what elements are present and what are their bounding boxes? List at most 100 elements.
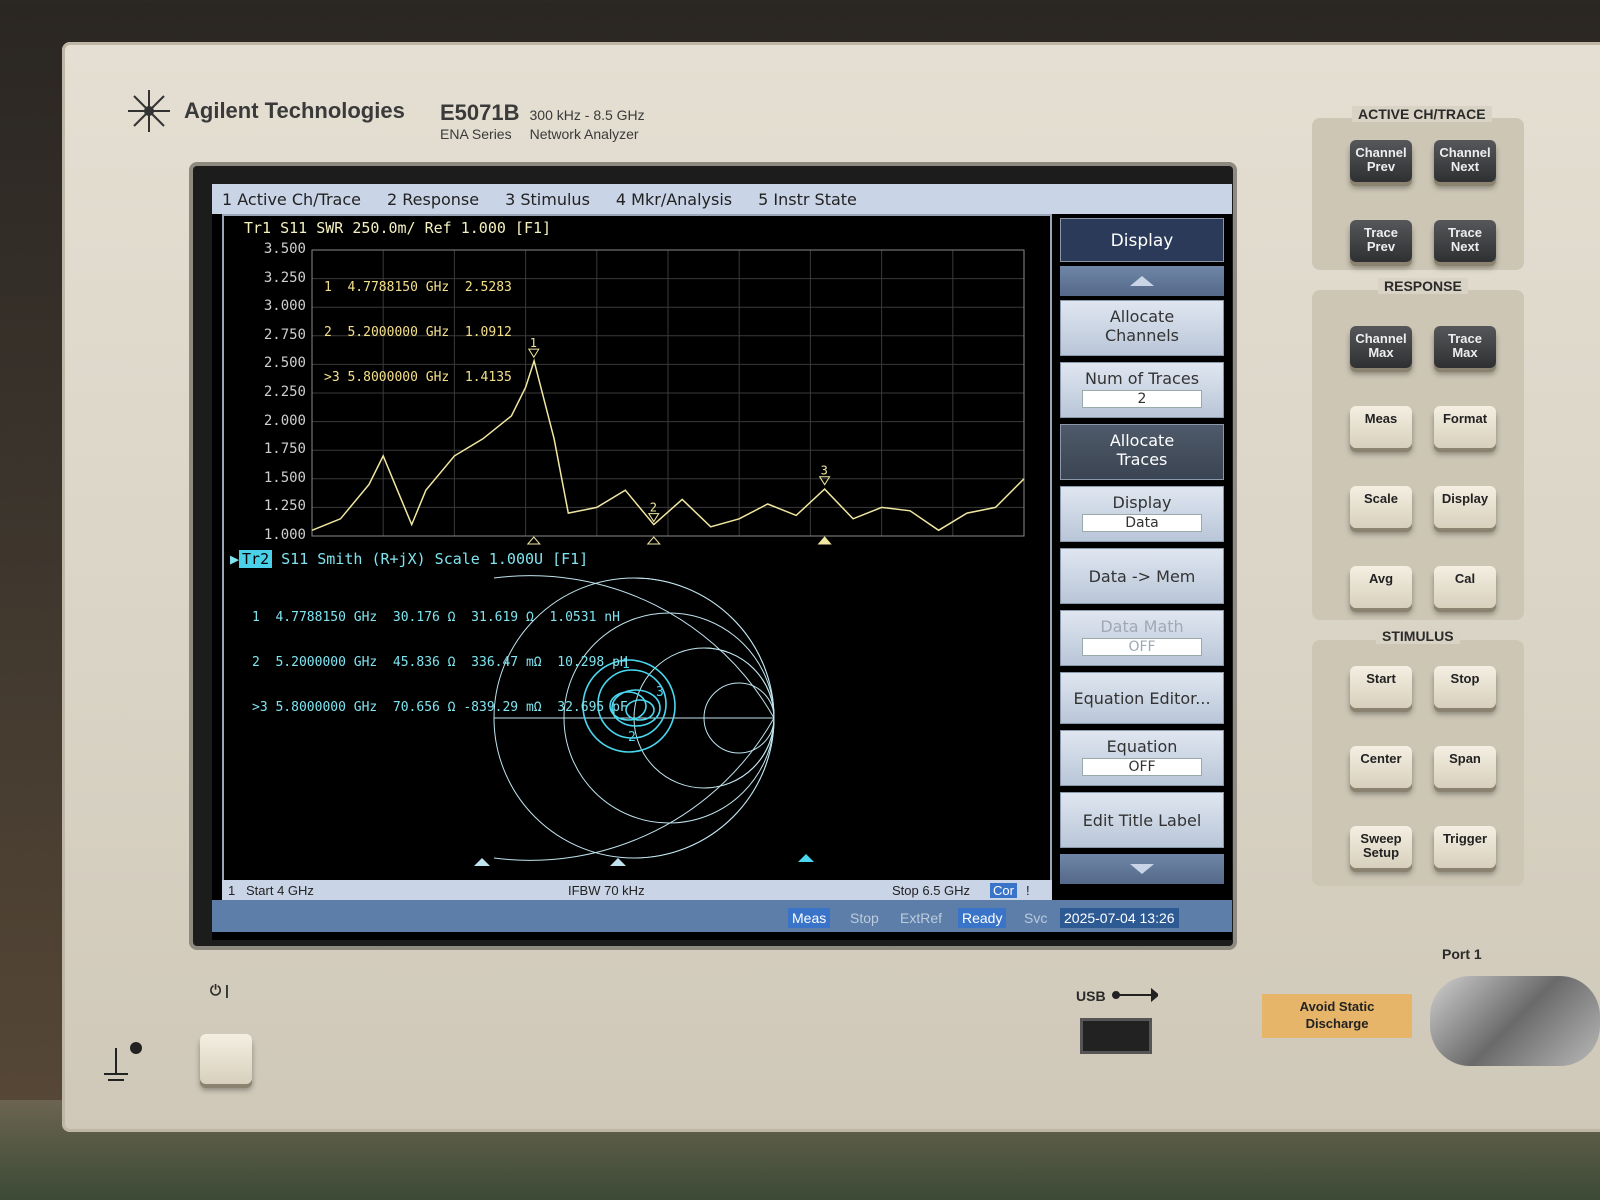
status-stop: Stop xyxy=(850,910,879,926)
display-value: Data xyxy=(1082,514,1202,532)
usb-port[interactable] xyxy=(1080,1018,1152,1054)
softkey-num-traces[interactable]: Num of Traces 2 xyxy=(1060,362,1224,418)
swr-axis-marker-1 xyxy=(526,536,541,545)
trace2-marker-row: 2 5.2000000 GHz 45.836 Ω 336.47 mΩ 10.29… xyxy=(252,655,628,670)
softkey-allocate-traces[interactable]: Allocate Traces xyxy=(1060,424,1224,480)
softkey-display[interactable]: Display Data xyxy=(1060,486,1224,542)
frequency-range: 300 kHz - 8.5 GHz xyxy=(529,107,645,123)
power-label: ⏻ | xyxy=(210,982,229,998)
power-button[interactable] xyxy=(200,1034,252,1084)
channel-max-key[interactable]: Channel Max xyxy=(1350,326,1412,368)
trace2-marker-readout: 1 4.7788150 GHz 30.176 Ω 31.619 Ω 1.0531… xyxy=(252,580,628,745)
softkey-equation-editor[interactable]: Equation Editor... xyxy=(1060,672,1224,724)
cal-key[interactable]: Cal xyxy=(1434,566,1496,608)
trace1-marker-row: 2 5.2000000 GHz 1.0912 xyxy=(324,325,512,340)
stop-key[interactable]: Stop xyxy=(1434,666,1496,708)
model-number: E5071B xyxy=(440,100,520,125)
status-meas: Meas xyxy=(788,908,831,928)
channel-prev-key[interactable]: Channel Prev xyxy=(1350,140,1412,182)
y-tick-label: 1.000 xyxy=(263,527,306,543)
ground-icon xyxy=(104,1042,142,1081)
ifbw[interactable]: IFBW 70 kHz xyxy=(568,883,645,898)
softkey-scroll-down[interactable] xyxy=(1060,854,1224,884)
stimulus-title: STIMULUS xyxy=(1376,628,1460,644)
trace1-marker-row: >3 5.8000000 GHz 1.4135 xyxy=(324,370,512,385)
channel-status-bar: 1 Start 4 GHz IFBW 70 kHz Stop 6.5 GHz C… xyxy=(222,880,1052,902)
series-name: ENA Series xyxy=(440,126,512,142)
trace1-marker-row: 1 4.7788150 GHz 2.5283 xyxy=(324,280,512,295)
port1-connector[interactable] xyxy=(1430,976,1600,1066)
port1-label: Port 1 xyxy=(1442,946,1482,962)
smith-marker-3: 3 xyxy=(656,685,664,700)
menu-active-ch-trace[interactable]: 1 Active Ch/Trace xyxy=(222,190,361,209)
y-tick-label: 2.500 xyxy=(263,355,306,372)
softkey-equation[interactable]: Equation OFF xyxy=(1060,730,1224,786)
swr-marker-3 xyxy=(818,476,831,486)
softkey-edit-title-label[interactable]: Edit Title Label xyxy=(1060,792,1224,848)
y-tick-label: 3.250 xyxy=(263,269,306,286)
span-key[interactable]: Span xyxy=(1434,746,1496,788)
status-datetime: 2025-07-04 13:26 xyxy=(1060,908,1179,928)
equation-value: OFF xyxy=(1082,758,1202,776)
active-ch-trace-title: ACTIVE CH/TRACE xyxy=(1352,106,1492,122)
softkey-scroll-up[interactable] xyxy=(1060,266,1224,296)
scale-key[interactable]: Scale xyxy=(1350,486,1412,528)
menu-stimulus[interactable]: 3 Stimulus xyxy=(505,190,590,209)
status-ready: Ready xyxy=(958,908,1007,928)
brand-name: Agilent Technologies xyxy=(184,98,405,123)
menu-response[interactable]: 2 Response xyxy=(387,190,479,209)
smith-marker-2: 2 xyxy=(628,730,636,745)
trigger-key[interactable]: Trigger xyxy=(1434,826,1496,868)
y-tick-label: 1.250 xyxy=(263,498,306,515)
menu-instr-state[interactable]: 5 Instr State xyxy=(758,190,857,209)
y-tick-label: 2.750 xyxy=(263,326,306,343)
model-label: E5071B 300 kHz - 8.5 GHz ENA Series Networ… xyxy=(440,100,645,144)
arrow-down-icon xyxy=(1130,864,1154,874)
sweep-setup-key[interactable]: Sweep Setup xyxy=(1350,826,1412,868)
start-key[interactable]: Start xyxy=(1350,666,1412,708)
softkey-allocate-channels[interactable]: Allocate Channels xyxy=(1060,300,1224,356)
avoid-static-label: Avoid Static Discharge xyxy=(1262,994,1412,1038)
y-tick-label: 3.000 xyxy=(263,298,306,315)
display-key[interactable]: Display xyxy=(1434,486,1496,528)
menu-mkr-analysis[interactable]: 4 Mkr/Analysis xyxy=(616,190,732,209)
y-tick-label: 2.000 xyxy=(263,412,306,429)
display-screen: 1 Active Ch/Trace 2 Response 3 Stimulus … xyxy=(212,184,1232,940)
trace-next-key[interactable]: Trace Next xyxy=(1434,220,1496,262)
center-key[interactable]: Center xyxy=(1350,746,1412,788)
y-tick-label: 2.250 xyxy=(263,384,306,400)
usb-label: USB xyxy=(1076,988,1106,1004)
softkey-menu: Display Allocate Channels Num of Traces 2… xyxy=(1060,218,1224,908)
correction-badge: Cor xyxy=(990,883,1017,898)
channel-number: 1 xyxy=(228,883,236,898)
warning-indicator: ! xyxy=(1026,883,1030,898)
avg-key[interactable]: Avg xyxy=(1350,566,1412,608)
trace2-header[interactable]: ▶ Tr2 S11 Smith (R+jX) Scale 1.000U [F1] xyxy=(230,550,588,568)
swr-marker-label-1: 1 xyxy=(530,336,537,350)
status-extref: ExtRef xyxy=(900,910,943,926)
meas-key[interactable]: Meas xyxy=(1350,406,1412,448)
trace-prev-key[interactable]: Trace Prev xyxy=(1350,220,1412,262)
start-frequency[interactable]: Start 4 GHz xyxy=(246,883,314,898)
softkey-data-math[interactable]: Data Math OFF xyxy=(1060,610,1224,666)
stop-frequency[interactable]: Stop 6.5 GHz xyxy=(892,883,970,898)
y-tick-label: 3.500 xyxy=(263,241,306,257)
plot-area[interactable]: 1 2 3 1 2 3 Tr1 S11 SWR 250.0m/ Ref 1.000 … xyxy=(222,214,1052,900)
status-svc: Svc xyxy=(1024,910,1048,926)
y-tick-label: 1.500 xyxy=(263,469,306,486)
channel-next-key[interactable]: Channel Next xyxy=(1434,140,1496,182)
swr-marker-label-3: 3 xyxy=(821,464,828,478)
instrument-kind: Network Analyzer xyxy=(529,126,639,142)
swr-axis-marker-2 xyxy=(646,536,661,545)
agilent-spark-icon xyxy=(128,90,170,132)
trace-max-key[interactable]: Trace Max xyxy=(1434,326,1496,368)
y-tick-label: 1.750 xyxy=(263,441,306,458)
format-key[interactable]: Format xyxy=(1434,406,1496,448)
softkey-data-mem[interactable]: Data -> Mem xyxy=(1060,548,1224,604)
trace1-header[interactable]: Tr1 S11 SWR 250.0m/ Ref 1.000 [F1] xyxy=(244,219,551,237)
trace2-marker-row: 1 4.7788150 GHz 30.176 Ω 31.619 Ω 1.0531… xyxy=(252,610,620,625)
softkey-title: Display xyxy=(1060,218,1224,262)
brand: Agilent Technologies xyxy=(126,88,405,134)
menu-bar: 1 Active Ch/Trace 2 Response 3 Stimulus … xyxy=(212,184,1232,214)
swr-axis-marker-3 xyxy=(817,536,832,545)
